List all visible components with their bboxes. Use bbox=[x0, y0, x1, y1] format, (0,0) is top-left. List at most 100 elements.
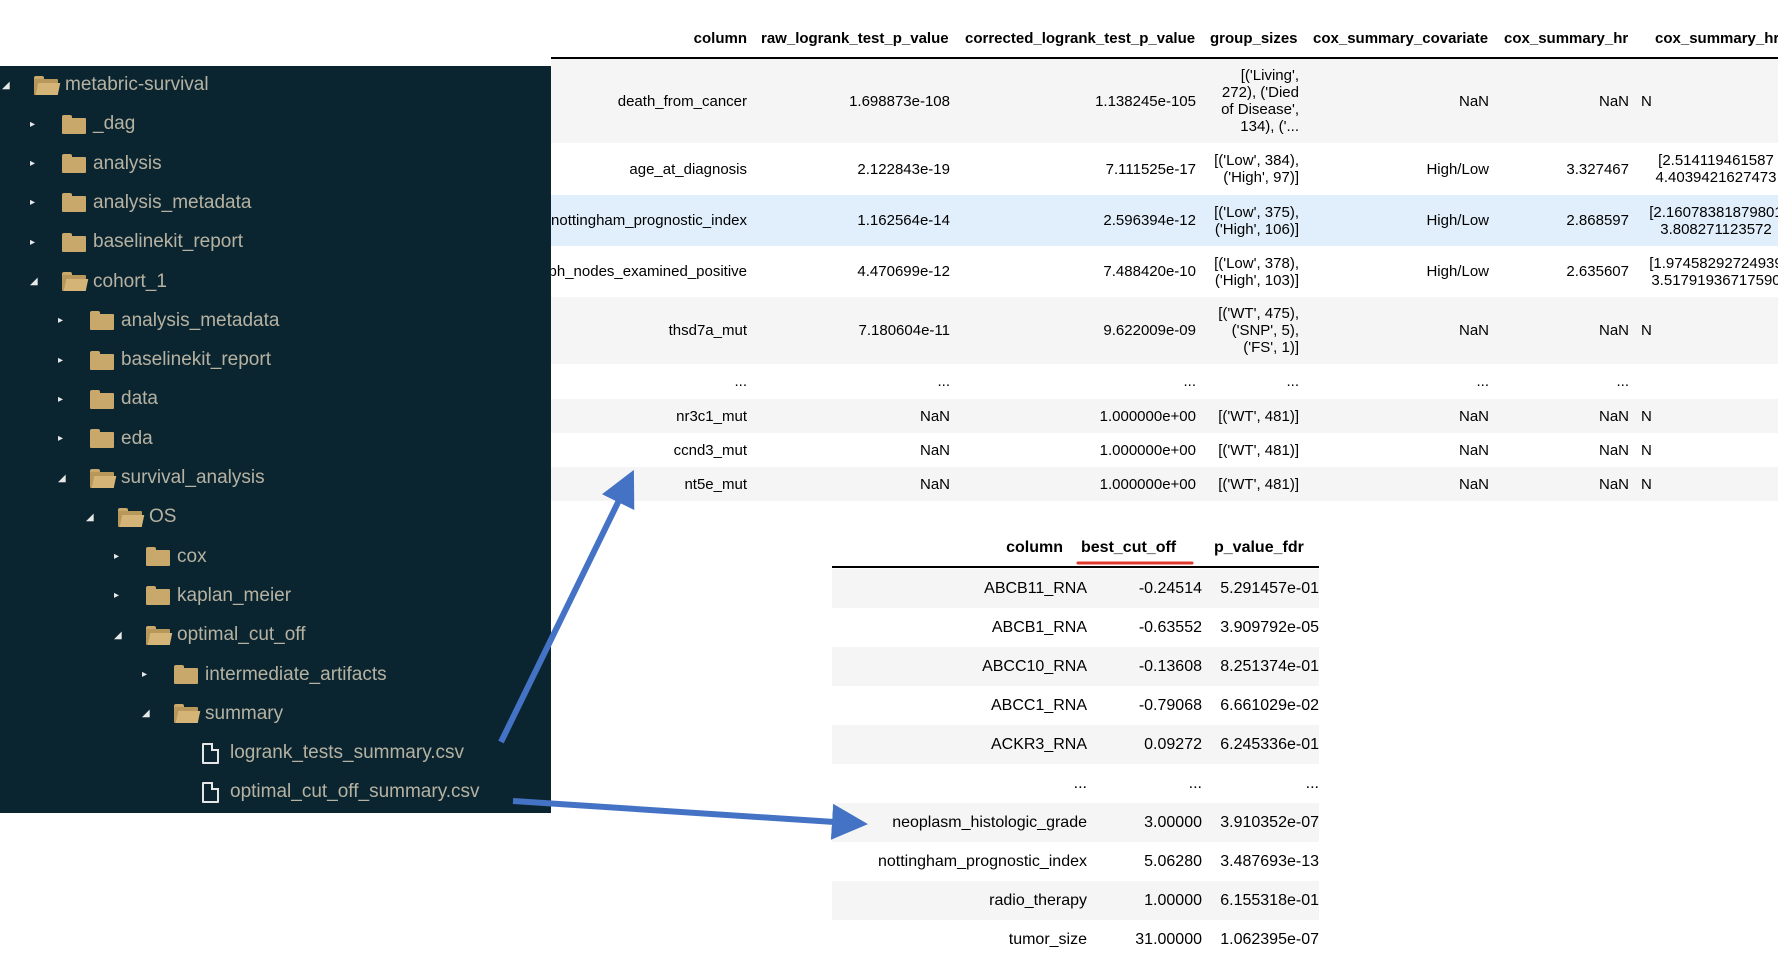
cell-column: neoplasm_histologic_grade bbox=[892, 814, 1087, 831]
folder-icon bbox=[90, 429, 114, 449]
cell-hr: NaN bbox=[1598, 475, 1629, 493]
cell-covariate: High/Low bbox=[1426, 263, 1489, 280]
cell-hr-ci: N bbox=[1641, 475, 1652, 493]
tree-folder[interactable]: ▸ kaplan_meier bbox=[114, 577, 291, 615]
table-row: nr3c1_mut NaN 1.000000e+00 [('WT', 481)] NaN… bbox=[551, 399, 1778, 433]
caret-down-icon[interactable]: ◢ bbox=[142, 707, 156, 721]
caret-down-icon[interactable]: ◢ bbox=[30, 275, 44, 289]
caret-down-icon[interactable]: ◢ bbox=[114, 628, 128, 642]
table-row: ABCC10_RNA -0.13608 8.251374e-01 bbox=[832, 647, 1319, 686]
cell-group-sizes: [('Low', 375), ('High', 106)] bbox=[1214, 203, 1299, 238]
cell-column: ABCC10_RNA bbox=[982, 658, 1087, 675]
tree-folder[interactable]: ▸ analysis bbox=[30, 145, 162, 183]
cell-column: nr3c1_mut bbox=[676, 407, 747, 425]
header-corrected-p-value: corrected_logrank_test_p_value bbox=[965, 30, 1196, 47]
folder-icon bbox=[146, 547, 170, 567]
logrank-table-header: column raw_logrank_test_p_value correcte… bbox=[551, 0, 1778, 59]
cell-p-value-fdr: ... bbox=[1305, 775, 1319, 792]
tree-folder[interactable]: ▸ baselinekit_report bbox=[58, 341, 271, 379]
cell-corrected-p: 7.111525e-17 bbox=[1105, 160, 1196, 178]
tree-item-label: intermediate_artifacts bbox=[205, 663, 387, 685]
caret-right-icon[interactable]: ▸ bbox=[142, 668, 156, 682]
caret-down-icon[interactable]: ◢ bbox=[2, 78, 16, 92]
caret-right-icon[interactable]: ▸ bbox=[58, 353, 72, 367]
tree-folder[interactable]: ▸ data bbox=[58, 380, 158, 418]
cell-column: lymph_nodes_examined_positive bbox=[551, 263, 747, 280]
cell-hr-ci: [1.97458292724939 3.51791936717590 bbox=[1649, 254, 1778, 289]
cell-hr-ci bbox=[1641, 364, 1778, 399]
cell-column: ABCB11_RNA bbox=[984, 580, 1087, 597]
header-column: column bbox=[1006, 539, 1063, 556]
cell-best-cut-off: 31.00000 bbox=[1135, 931, 1202, 948]
cell-hr-ci: [2.514119461587 4.4039421627473 bbox=[1655, 152, 1777, 186]
caret-right-icon[interactable]: ▸ bbox=[58, 432, 72, 446]
cell-hr-ci: N bbox=[1641, 92, 1652, 110]
cell-best-cut-off: -0.13608 bbox=[1138, 658, 1202, 675]
cell-corrected-p: 2.596394e-12 bbox=[1103, 212, 1196, 229]
cell-covariate: NaN bbox=[1458, 92, 1489, 110]
cell-p-value-fdr: 1.062395e-07 bbox=[1220, 931, 1319, 948]
tree-folder[interactable]: ◢ OS bbox=[86, 498, 176, 536]
table-row: ABCB1_RNA -0.63552 3.909792e-05 bbox=[832, 608, 1319, 647]
caret-right-icon[interactable]: ▸ bbox=[30, 196, 44, 210]
table-row: nottingham_prognostic_index 1.162564e-14 2… bbox=[551, 195, 1778, 246]
cell-raw-p: 1.698873e-108 bbox=[849, 92, 950, 110]
header-cox-hr: cox_summary_hr bbox=[1504, 30, 1629, 47]
caret-right-icon[interactable]: ▸ bbox=[58, 392, 72, 406]
caret-right-icon[interactable]: ▸ bbox=[58, 314, 72, 328]
cell-raw-p: NaN bbox=[919, 475, 950, 493]
table-row: lymph_nodes_examined_positive 4.470699e-1… bbox=[551, 246, 1778, 297]
tree-file[interactable]: logrank_tests_summary.csv bbox=[170, 734, 464, 772]
tree-item-label: optimal_cut_off_summary.csv bbox=[230, 781, 480, 803]
cell-hr: NaN bbox=[1598, 407, 1629, 425]
cell-group-sizes: [('Living', 272), ('Died of Disease', 13… bbox=[1221, 67, 1299, 135]
tree-folder[interactable]: ▸ eda bbox=[58, 420, 153, 458]
tree-folder[interactable]: ▸ baselinekit_report bbox=[30, 223, 243, 261]
tree-folder[interactable]: ◢ metabric-survival bbox=[2, 66, 209, 104]
cell-hr: 2.635607 bbox=[1566, 263, 1629, 280]
table-row: ccnd3_mut NaN 1.000000e+00 [('WT', 481)] NaN… bbox=[551, 433, 1778, 467]
cell-best-cut-off: 3.00000 bbox=[1144, 814, 1202, 831]
tree-folder[interactable]: ▸ analysis_metadata bbox=[30, 184, 251, 222]
tree-folder[interactable]: ▸ _dag bbox=[30, 105, 135, 143]
caret-right-icon[interactable]: ▸ bbox=[30, 235, 44, 249]
caret-down-icon[interactable]: ◢ bbox=[58, 471, 72, 485]
cell-group-sizes: [('WT', 481)] bbox=[1218, 475, 1299, 493]
tree-file[interactable]: optimal_cut_off_summary.csv bbox=[170, 773, 480, 811]
table-row: .................. bbox=[551, 364, 1778, 399]
tree-folder[interactable]: ▸ cox bbox=[114, 538, 207, 576]
tree-folder[interactable]: ▸ intermediate_artifacts bbox=[142, 656, 387, 694]
arrow-to-cutoff-table bbox=[512, 798, 868, 840]
cell-best-cut-off: ... bbox=[1188, 775, 1202, 792]
tree-item-label: analysis_metadata bbox=[121, 309, 280, 331]
tree-item-label: _dag bbox=[93, 113, 136, 135]
caret-right-icon[interactable]: ▸ bbox=[114, 550, 128, 564]
file-icon bbox=[202, 781, 219, 803]
cell-group-sizes: [('WT', 481)] bbox=[1218, 441, 1299, 459]
header-column: column bbox=[693, 30, 747, 47]
folder-icon bbox=[90, 389, 114, 409]
tree-folder[interactable]: ◢ summary bbox=[142, 695, 283, 733]
tree-item-label: survival_analysis bbox=[121, 467, 265, 488]
tree-item-label: logrank_tests_summary.csv bbox=[230, 742, 465, 764]
caret-right-icon[interactable]: ▸ bbox=[30, 117, 44, 131]
cell-column: nt5e_mut bbox=[684, 475, 747, 493]
caret-down-icon[interactable]: ◢ bbox=[86, 510, 100, 524]
tree-folder[interactable]: ◢ survival_analysis bbox=[58, 459, 265, 497]
table-row: nt5e_mut NaN 1.000000e+00 [('WT', 481)] NaN N… bbox=[551, 467, 1778, 501]
table-row: tumor_size 31.00000 1.062395e-07 bbox=[832, 920, 1319, 954]
folder-open-icon bbox=[174, 704, 201, 724]
tree-folder[interactable]: ◢ optimal_cut_off bbox=[114, 616, 306, 654]
cell-best-cut-off: 5.06280 bbox=[1144, 853, 1202, 870]
tree-folder[interactable]: ◢ cohort_1 bbox=[30, 263, 167, 301]
tree-folder[interactable]: ▸ analysis_metadata bbox=[58, 302, 279, 340]
table-row: ......... bbox=[832, 764, 1319, 803]
table-row: ACKR3_RNA 0.09272 6.245336e-01 bbox=[832, 725, 1319, 764]
caret-right-icon[interactable]: ▸ bbox=[114, 589, 128, 603]
folder-icon bbox=[146, 586, 170, 606]
caret-right-icon[interactable]: ▸ bbox=[30, 157, 44, 171]
folder-icon bbox=[90, 311, 114, 331]
cell-group-sizes: [('WT', 481)] bbox=[1218, 407, 1299, 425]
cell-column: ... bbox=[1073, 775, 1087, 792]
cell-hr-ci: [2.16078381879801 3.808271123572 bbox=[1649, 203, 1778, 238]
